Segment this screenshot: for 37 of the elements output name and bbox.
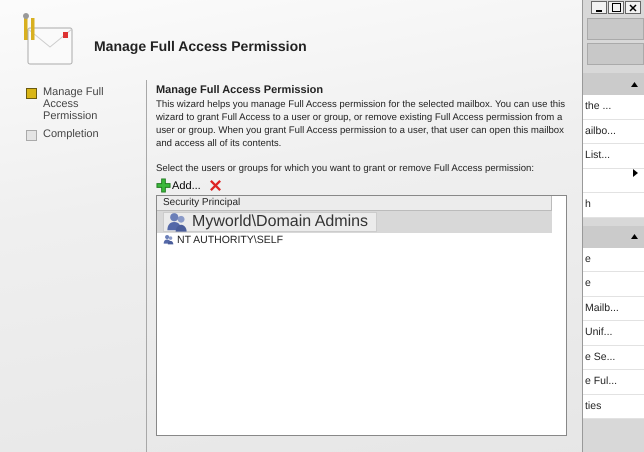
wizard-title: Manage Full Access Permission <box>94 38 307 54</box>
delete-icon <box>208 179 222 192</box>
close-icon <box>629 4 637 12</box>
action-item[interactable]: Mailb... <box>585 296 619 320</box>
remove-button[interactable] <box>208 179 222 192</box>
plus-icon <box>156 178 171 193</box>
close-button[interactable] <box>625 1 641 14</box>
action-item[interactable]: ties <box>585 394 602 418</box>
action-item[interactable]: e Ful... <box>585 370 618 394</box>
minimize-icon <box>596 10 602 12</box>
toolbar-background <box>587 18 644 40</box>
collapse-icon <box>631 82 638 86</box>
user-icon <box>163 234 174 245</box>
description-text: This wizard helps you manage Full Access permission for the selected mailbox. You can use this wizard to grant Full Access to a user or group, or remove existing Full Access permission from a user or group. When you grant Full Access permission to a user, that user can open this mailbox and access all of its contents. <box>156 98 566 150</box>
step-label[interactable]: Manage Full Access Permission <box>43 86 131 122</box>
action-item[interactable]: the ... <box>585 95 612 118</box>
maximize-button[interactable] <box>608 1 624 14</box>
maximize-icon <box>612 3 620 12</box>
drag-preview-tooltip: Myworld\Domain Admins <box>163 212 378 232</box>
collapse-icon <box>631 234 638 239</box>
add-button[interactable]: Add... <box>156 178 201 193</box>
submenu-arrow-icon <box>633 168 638 176</box>
action-item[interactable]: h <box>585 193 591 216</box>
minimize-button[interactable] <box>591 1 607 14</box>
step-label[interactable]: Completion <box>43 128 131 140</box>
list-row[interactable]: NT AUTHORITY\SELF <box>157 233 552 246</box>
group-icon <box>166 211 188 233</box>
prompt-text: Select the users or groups for which you want to grant or remove Full Access permission: <box>156 163 536 174</box>
column-header[interactable]: Security Principal <box>157 196 552 211</box>
action-item[interactable]: e <box>585 272 591 296</box>
toolbar-background <box>587 43 644 65</box>
section-heading: Manage Full Access Permission <box>156 84 324 96</box>
action-item[interactable]: e Se... <box>585 346 616 369</box>
action-item[interactable]: Unif... <box>585 321 612 344</box>
action-item[interactable]: List... <box>585 144 610 168</box>
action-item[interactable]: ailbo... <box>585 120 616 143</box>
action-item[interactable]: e <box>585 248 591 271</box>
